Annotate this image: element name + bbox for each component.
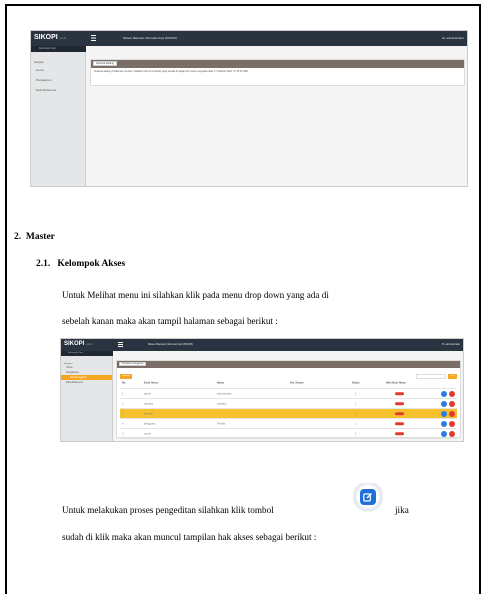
welcome-panel: Selamat Datang Selamat datang di halaman… <box>90 59 465 86</box>
table-row: 2 operator operator 1 <box>120 399 457 409</box>
sidebar-item-home[interactable]: Home <box>31 65 85 75</box>
paragraph-1-line-1: Untuk Melihat menu ini silahkan klik pad… <box>62 290 329 300</box>
admin-menu[interactable]: Hi, administrator <box>442 36 464 40</box>
admin-menu[interactable]: Hi, administrator <box>442 343 460 346</box>
app-title: Sistem Bantuan Informasi Kopi (SIKOPI) <box>148 343 194 346</box>
access-menu-button[interactable] <box>395 401 404 406</box>
sidebar: Navigasi Home Pengaturan Data Referensi <box>31 52 86 186</box>
menu-toggle-icon[interactable] <box>91 35 96 41</box>
sidebar-item-pengaturan[interactable]: Pengaturan <box>31 75 85 85</box>
search-input[interactable] <box>416 374 446 379</box>
add-button[interactable]: Tambah <box>120 374 132 379</box>
edit-icon[interactable] <box>441 410 447 417</box>
row-code: umum <box>144 432 151 435</box>
app-logo: SIKOPI v.1.0 <box>34 34 66 41</box>
row-number: 3 <box>122 412 124 415</box>
table-row: 4 pengguna Pemilik 1 <box>120 419 457 429</box>
panel-title: Hak Akses Pengguna <box>119 362 146 366</box>
row-code: operator <box>144 402 154 405</box>
row-number: 2 <box>122 402 124 405</box>
table-row: 5 umum 1 <box>120 429 457 439</box>
app-title: Sistem Bantuan Informasi Kopi (SIKOPI) <box>123 36 178 40</box>
welcome-text: Selamat datang di halaman member. Silahk… <box>94 70 248 73</box>
row-code: pembeli <box>144 412 153 415</box>
section-heading: 2. Master <box>14 232 55 242</box>
menu-toggle-icon[interactable] <box>118 342 123 347</box>
panel-title: Selamat Datang <box>93 61 117 66</box>
delete-icon[interactable] <box>449 390 455 397</box>
top-bar: SIKOPI v.1.0 Sistem Bantuan Informasi Ko… <box>31 31 467 46</box>
paragraph-2-line-1a: Untuk melakukan proses pengeditan silahk… <box>62 505 274 515</box>
edit-button-icon <box>353 483 383 513</box>
row-status: 1 <box>355 422 357 425</box>
table-header: No. Kode Akses Nama Ket. Sistem Status H… <box>120 381 457 389</box>
row-code: pengguna <box>144 422 156 425</box>
access-menu-button[interactable] <box>395 421 404 426</box>
table-row: 1 admin administrator 1 <box>120 389 457 399</box>
access-menu-button[interactable] <box>395 411 404 416</box>
row-number: 1 <box>122 392 124 395</box>
sidebar: Navigasi Home Pengaturan Hak Pengguna Da… <box>61 356 113 441</box>
table-row: 3 pembeli 1 <box>120 409 457 419</box>
paragraph-2-line-2: sudah di klik maka akan muncul tampilan … <box>62 532 317 542</box>
access-panel: Hak Akses Pengguna Tambah Cari No. Kode … <box>116 360 461 439</box>
row-name: operator <box>217 402 227 405</box>
delete-icon[interactable] <box>449 430 455 437</box>
paragraph-2-line-1b: jika <box>395 505 409 515</box>
subsection-heading: 2.1. Kelompok Akses <box>36 259 126 269</box>
app-logo: SIKOPI v.1.0 <box>64 341 93 347</box>
delete-icon[interactable] <box>449 410 455 417</box>
row-name: administrator <box>217 392 232 395</box>
row-status: 1 <box>355 402 357 405</box>
edit-icon[interactable] <box>441 390 447 397</box>
sidebar-item-data-referensi[interactable]: Data Referensi <box>31 85 85 95</box>
sidebar-item-data-referensi[interactable]: Data Referensi <box>61 380 112 385</box>
row-status: 1 <box>355 392 357 395</box>
screenshot-access-groups: SIKOPI v.1.0 Sistem Bantuan Informasi Ko… <box>60 338 464 442</box>
delete-icon[interactable] <box>449 400 455 407</box>
main-content: Selamat Datang Selamat datang di halaman… <box>87 52 467 186</box>
delete-icon[interactable] <box>449 420 455 427</box>
access-table: No. Kode Akses Nama Ket. Sistem Status H… <box>120 381 457 439</box>
row-number: 4 <box>122 422 124 425</box>
row-number: 5 <box>122 432 124 435</box>
row-code: admin <box>144 392 151 395</box>
row-status: 1 <box>355 412 357 415</box>
access-menu-button[interactable] <box>395 391 404 396</box>
edit-icon[interactable] <box>441 430 447 437</box>
edit-icon[interactable] <box>441 400 447 407</box>
row-name: Pemilik <box>217 422 226 425</box>
paragraph-1-line-2: sebelah kanan maka akan tampil halaman s… <box>62 316 278 326</box>
search-button[interactable]: Cari <box>448 374 457 379</box>
screenshot-dashboard: SIKOPI v.1.0 Sistem Bantuan Informasi Ko… <box>30 30 468 187</box>
top-bar: SIKOPI v.1.0 Sistem Bantuan Informasi Ko… <box>61 339 463 351</box>
row-status: 1 <box>355 432 357 435</box>
edit-icon[interactable] <box>441 420 447 427</box>
main-content: Hak Akses Pengguna Tambah Cari No. Kode … <box>114 356 463 441</box>
access-menu-button[interactable] <box>395 431 404 436</box>
